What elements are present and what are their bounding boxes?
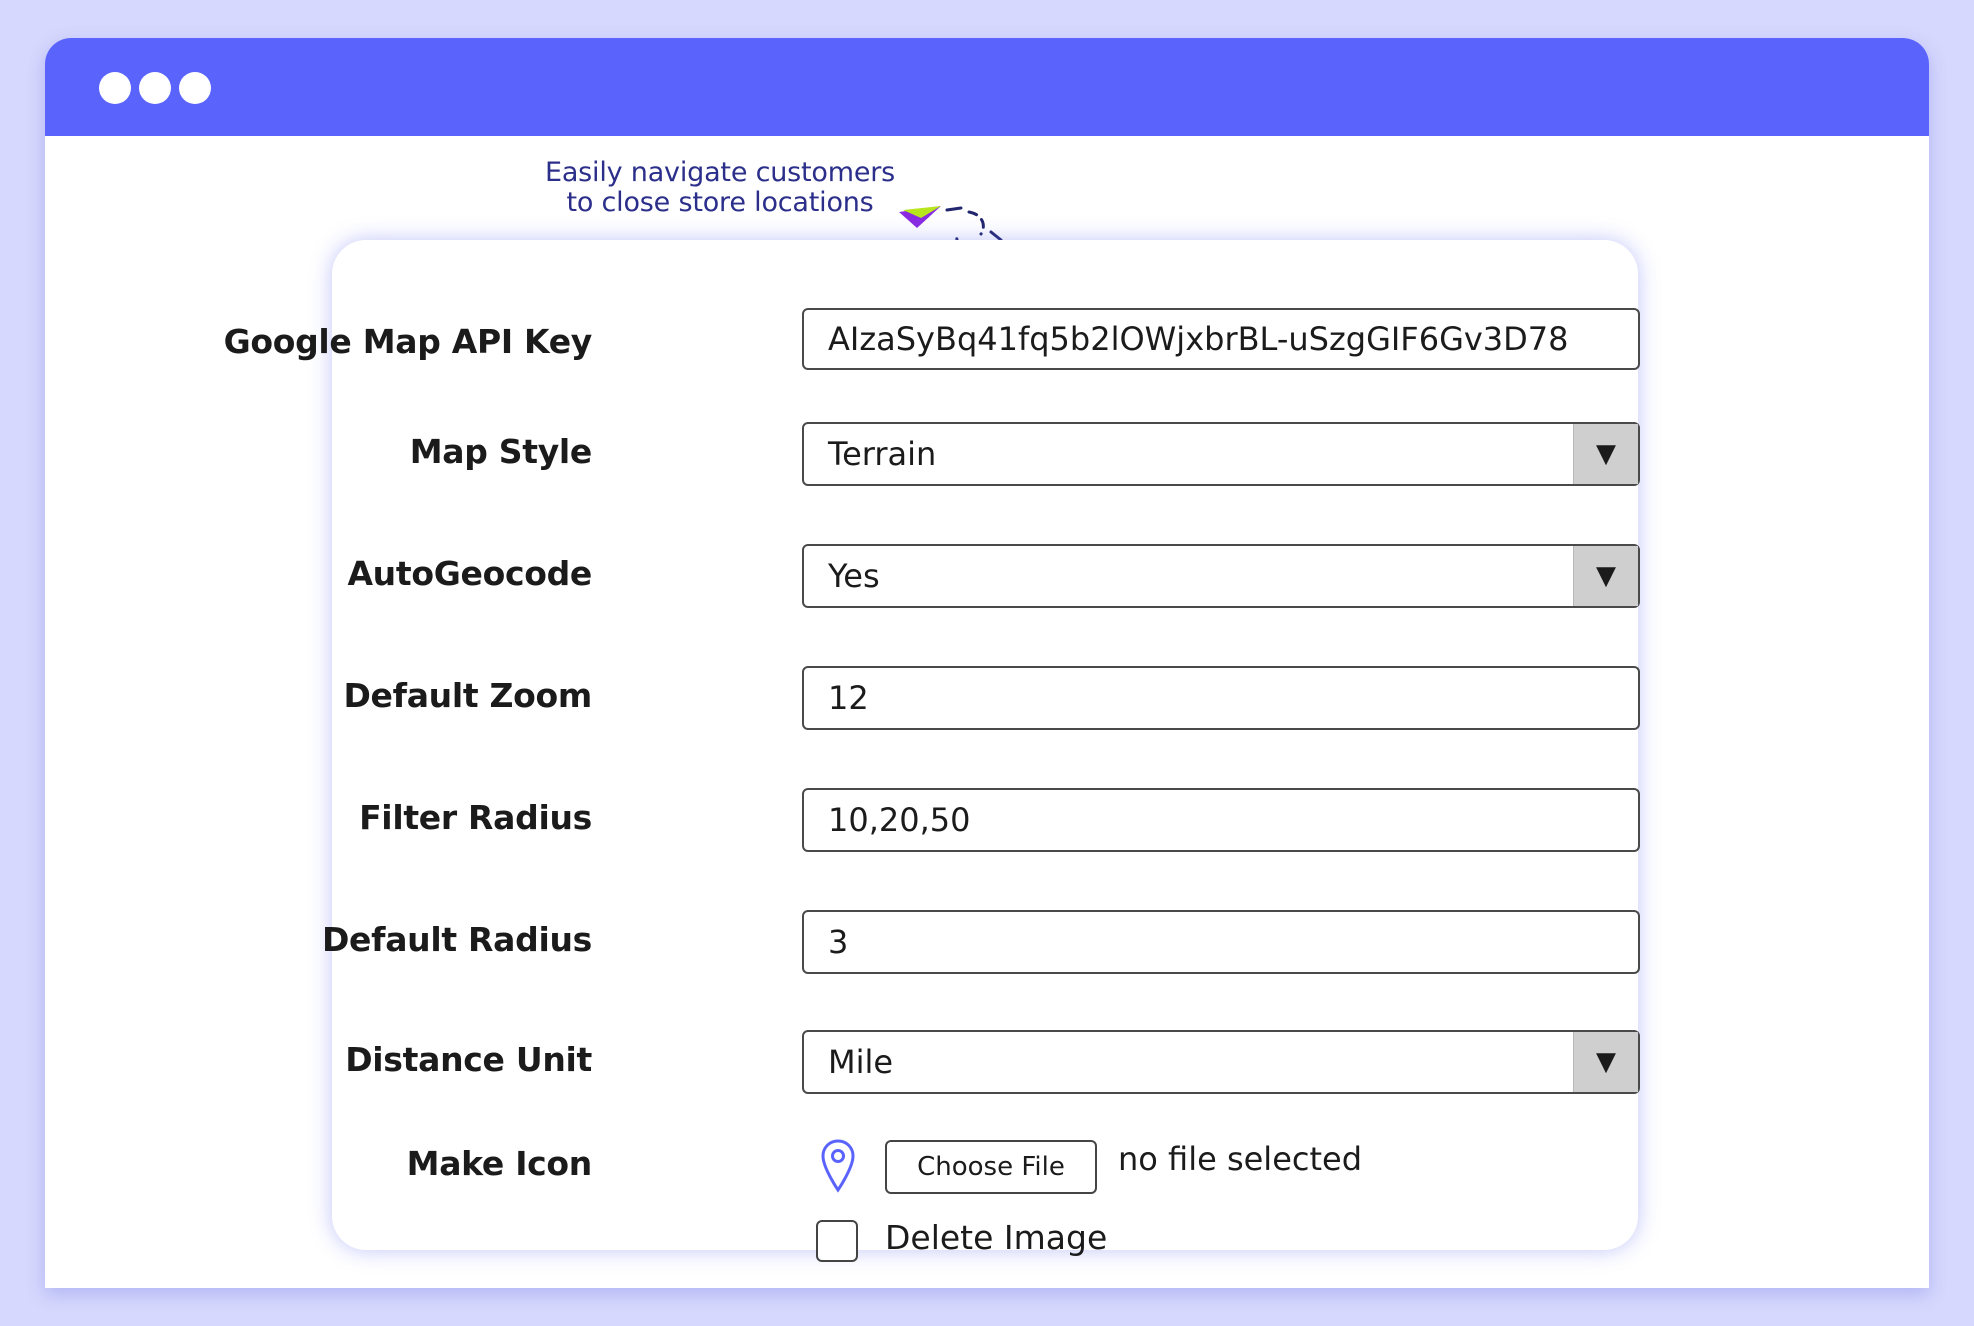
default-radius-input[interactable]: 3 [802,910,1640,974]
api-key-input[interactable]: AIzaSyBq41fq5b2lOWjxbrBL-uSzgGIF6Gv3D78 [802,308,1640,370]
default-radius-value: 3 [828,923,849,961]
choose-file-button[interactable]: Choose File [885,1140,1097,1194]
window-dot-icon [179,72,211,104]
api-key-value: AIzaSyBq41fq5b2lOWjxbrBL-uSzgGIF6Gv3D78 [828,320,1569,358]
chevron-down-icon[interactable]: ▼ [1573,424,1638,484]
auto-geocode-label: AutoGeocode [347,554,592,593]
distance-unit-value: Mile [828,1043,894,1081]
auto-geocode-value: Yes [828,557,880,595]
default-zoom-input[interactable]: 12 [802,666,1640,730]
callout-line-1: Easily navigate customers [544,157,896,188]
browser-window: Easily navigate customers to close store… [45,38,1929,1288]
callout-text: Easily navigate customers to close store… [500,158,940,218]
distance-unit-select[interactable]: Mile ▼ [802,1030,1640,1094]
filter-radius-label: Filter Radius [359,798,592,837]
window-titlebar [45,38,1929,136]
map-style-label: Map Style [409,432,593,471]
default-zoom-value: 12 [828,679,869,717]
window-dot-icon [139,72,171,104]
default-radius-label: Default Radius [321,920,592,959]
window-dot-icon [99,72,131,104]
file-status-text: no file selected [1118,1140,1363,1178]
delete-image-label[interactable]: Delete Image [885,1218,1107,1257]
filter-radius-input[interactable]: 10,20,50 [802,788,1640,852]
filter-radius-value: 10,20,50 [828,801,971,839]
delete-image-checkbox[interactable] [816,1220,858,1262]
map-style-select[interactable]: Terrain ▼ [802,422,1640,486]
settings-panel: Google Map API Key AIzaSyBq41fq5b2lOWjxb… [224,240,1640,1262]
chevron-down-icon[interactable]: ▼ [1573,1032,1638,1092]
distance-unit-label: Distance Unit [345,1040,592,1079]
map-pin-icon [821,1139,855,1193]
api-key-label: Google Map API Key [223,322,593,361]
make-icon-label: Make Icon [406,1144,593,1183]
chevron-down-icon[interactable]: ▼ [1573,546,1638,606]
map-style-value: Terrain [828,435,937,473]
default-zoom-label: Default Zoom [343,676,592,715]
auto-geocode-select[interactable]: Yes ▼ [802,544,1640,608]
callout-line-2: to close store locations [566,187,874,218]
